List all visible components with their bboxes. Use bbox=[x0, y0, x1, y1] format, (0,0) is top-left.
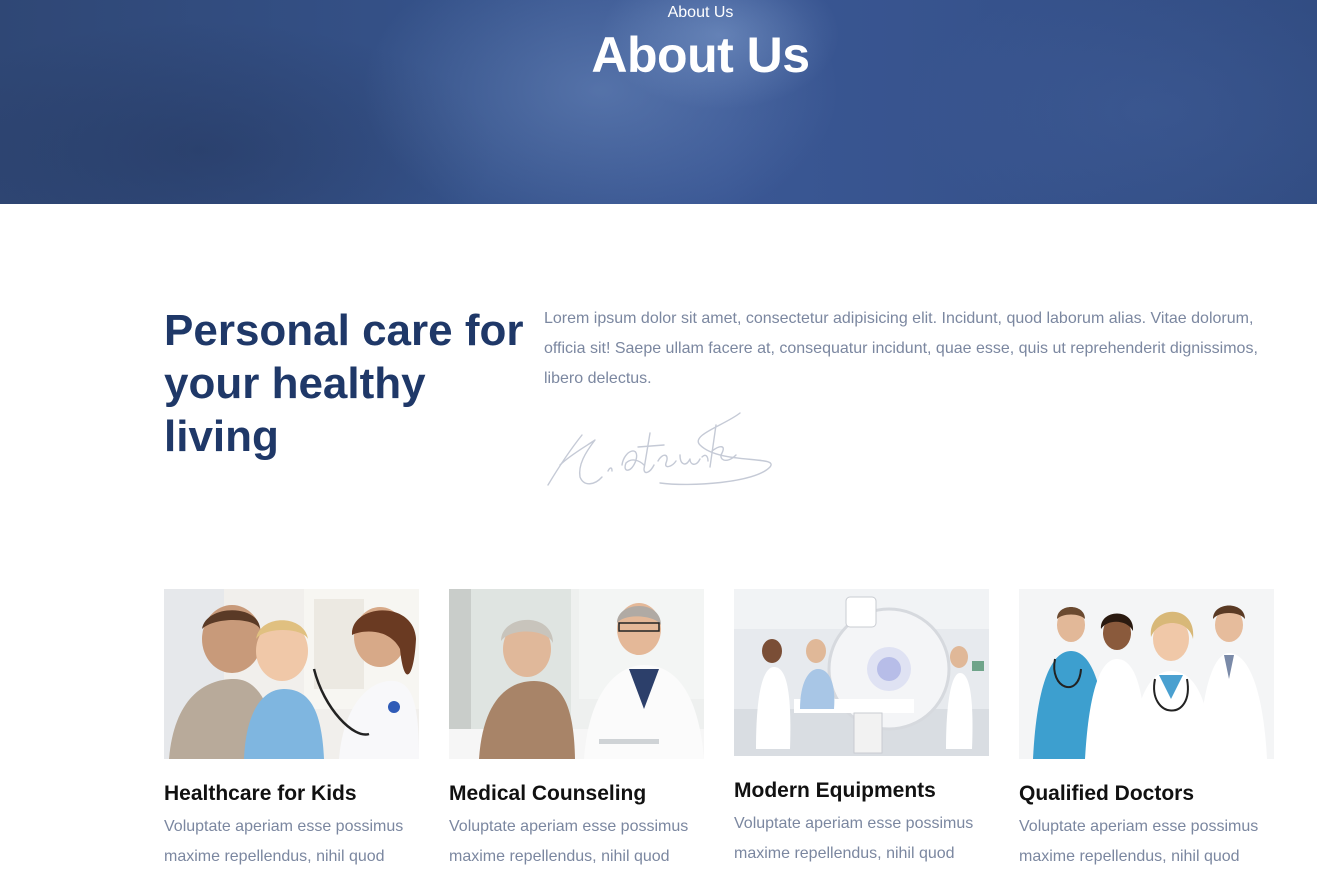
feature-text: Voluptate aperiam esse possimus maxime r… bbox=[449, 818, 689, 865]
modern-equipments-photo bbox=[734, 589, 989, 756]
intro-heading: Personal care for your healthy living bbox=[164, 306, 524, 461]
feature-card-counseling[interactable]: Medical Counseling Voluptate aperiam ess… bbox=[449, 589, 704, 872]
feature-text: Voluptate aperiam esse possimus maxime r… bbox=[164, 818, 404, 865]
breadcrumb[interactable]: About Us bbox=[42, 4, 1317, 22]
feature-card-doctors[interactable]: Qualified Doctors Voluptate aperiam esse… bbox=[1019, 589, 1274, 872]
feature-card-equipment[interactable]: Modern Equipments Voluptate aperiam esse… bbox=[734, 589, 989, 869]
page-title: About Us bbox=[591, 27, 810, 83]
signature-image bbox=[547, 412, 772, 486]
feature-title[interactable]: Modern Equipments bbox=[734, 779, 989, 803]
feature-title[interactable]: Healthcare for Kids bbox=[164, 782, 419, 806]
feature-text: Voluptate aperiam esse possimus maxime r… bbox=[1019, 818, 1259, 865]
feature-card-kids[interactable]: Healthcare for Kids Voluptate aperiam es… bbox=[164, 589, 419, 872]
qualified-doctors-photo bbox=[1019, 589, 1274, 759]
medical-counseling-photo bbox=[449, 589, 704, 759]
feature-title[interactable]: Qualified Doctors bbox=[1019, 782, 1274, 806]
intro-text: Lorem ipsum dolor sit amet, consectetur … bbox=[544, 310, 1258, 387]
page-hero: About Us About Us bbox=[0, 0, 1317, 204]
feature-text: Voluptate aperiam esse possimus maxime r… bbox=[734, 815, 974, 862]
feature-title[interactable]: Medical Counseling bbox=[449, 782, 704, 806]
kids-healthcare-photo bbox=[164, 589, 419, 759]
